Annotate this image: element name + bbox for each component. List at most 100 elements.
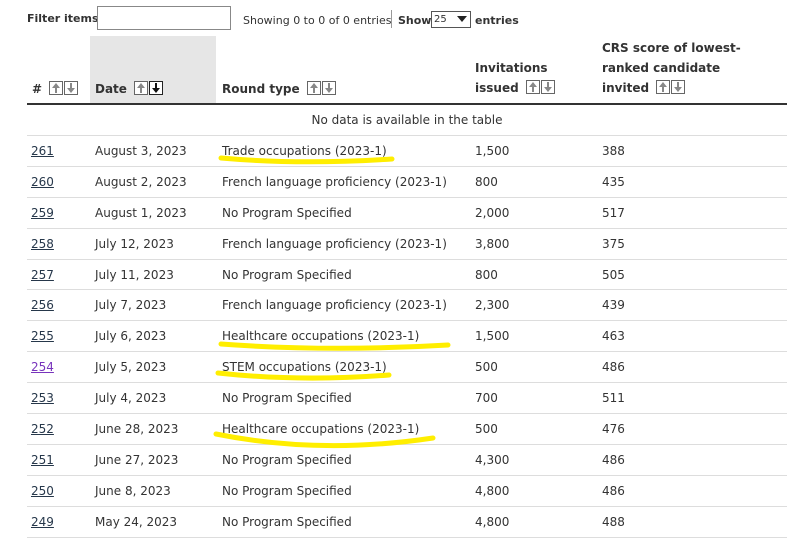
invitations-issued: 700 [475,391,498,406]
round-date: June 27, 2023 [95,452,179,467]
sort-asc-crs-button[interactable] [656,80,671,94]
sort-desc-num-button[interactable] [64,81,79,95]
arrow-down-icon [67,83,76,93]
header-invitations-label-1: Invitations [475,61,548,75]
round-date: July 6, 2023 [95,329,167,344]
page-size-value: 25 [434,14,447,25]
round-type: Trade occupations (2023-1) [222,144,387,158]
invitations-issued: 500 [475,360,498,375]
header-crs-label-3: invited [602,81,650,95]
invitations-issued: 2,300 [475,298,510,313]
round-type: No Program Specified [222,483,352,498]
round-date: July 12, 2023 [95,236,174,251]
invitations-issued: 1,500 [475,329,510,344]
round-number-link[interactable]: 252 [31,414,54,444]
round-number-link[interactable]: 259 [31,198,54,228]
header-date-label: Date [95,82,127,96]
crs-score: 388 [602,144,625,158]
crs-score: 463 [602,329,625,344]
sort-controls-crs [656,80,686,100]
crs-score: 486 [602,452,625,467]
round-date: May 24, 2023 [95,514,178,529]
page-size-select[interactable]: 25 [431,11,471,28]
invitations-issued: 3,800 [475,236,510,251]
sort-desc-date-button[interactable] [149,81,164,95]
table-row: 249 May 24, 2023 No Program Specified 4,800… [27,507,787,538]
table-row: 253 July 4, 2023 No Program Specified 700 51… [27,383,787,415]
round-type: Healthcare occupations (2023-1) [222,422,420,437]
arrow-up-icon [137,83,146,93]
crs-score: 439 [602,298,625,313]
crs-score: 505 [602,267,625,282]
sort-desc-round-type-button[interactable] [321,81,336,95]
invitations-issued: 800 [475,174,498,189]
table-row: 261 August 3, 2023 Trade occupations (2023… [27,136,787,167]
header-num[interactable]: # [32,79,79,101]
table-row: 259 August 1, 2023 No Program Specified 2,0… [27,198,787,229]
table-body: 261 August 3, 2023 Trade occupations (2023… [27,136,787,538]
round-date: June 28, 2023 [95,422,179,437]
arrow-down-icon [324,83,333,93]
sort-asc-round-type-button[interactable] [306,81,321,95]
round-type: French language proficiency (2023-1) [222,298,447,313]
sort-asc-invitations-button[interactable] [525,80,540,94]
table-row: 258 July 12, 2023 French language proficie… [27,229,787,260]
sort-desc-invitations-button[interactable] [540,80,555,94]
sort-asc-num-button[interactable] [49,81,64,95]
invitations-issued: 4,300 [475,452,510,467]
no-data-message: No data is available in the table [27,105,787,136]
arrow-down-icon [674,82,683,92]
round-type: No Program Specified [222,267,352,282]
header-num-label: # [32,82,43,96]
round-number-link[interactable]: 256 [31,290,54,320]
sort-controls-num [49,81,79,101]
toolbar-divider [391,10,392,28]
round-type: No Program Specified [222,205,352,220]
round-number-link[interactable]: 255 [31,321,54,351]
table-row: 254 July 5, 2023 STEM occupations (2023-1)… [27,352,787,384]
filter-label: Filter items [27,12,99,25]
header-invitations[interactable]: Invitations issued [475,58,556,100]
invitations-issued: 4,800 [475,483,510,498]
round-number-link[interactable]: 261 [31,136,54,166]
arrow-up-icon [52,83,61,93]
invitations-issued: 1,500 [475,144,510,158]
arrow-up-icon [659,82,668,92]
header-crs[interactable]: CRS score of lowest- ranked candidate in… [602,38,741,100]
header-invitations-label-2: issued [475,81,519,95]
header-round-type-label: Round type [222,82,300,96]
header-crs-label-1: CRS score of lowest- [602,41,741,55]
crs-score: 375 [602,236,625,251]
table-row: 260 August 2, 2023 French language profici… [27,167,787,198]
header-crs-label-2: ranked candidate [602,61,721,75]
round-date: July 11, 2023 [95,267,174,282]
round-number-link[interactable]: 251 [31,445,54,475]
round-number-link[interactable]: 253 [31,383,54,413]
table-row: 251 June 27, 2023 No Program Specified 4,30… [27,445,787,476]
header-date[interactable]: Date [95,79,164,101]
invitations-issued: 800 [475,267,498,282]
table-row: 252 June 28, 2023 Healthcare occupations (… [27,414,787,445]
crs-score: 511 [602,391,625,406]
header-round-type[interactable]: Round type [222,79,337,101]
sort-desc-crs-button[interactable] [671,80,686,94]
crs-score: 488 [602,514,625,529]
table-row: 255 July 6, 2023 Healthcare occupations (2… [27,321,787,353]
round-number-link[interactable]: 257 [31,260,54,290]
filter-input[interactable] [97,6,231,30]
table-row: 257 July 11, 2023 No Program Specified 800 5… [27,260,787,291]
round-number-link[interactable]: 250 [31,476,54,506]
crs-score: 517 [602,205,625,220]
crs-score: 435 [602,174,625,189]
round-date: August 1, 2023 [95,205,187,220]
round-number-link[interactable]: 258 [31,229,54,259]
table-row: 250 June 8, 2023 No Program Specified 4,800… [27,476,787,507]
table-row: 256 July 7, 2023 French language proficien… [27,290,787,322]
round-number-link[interactable]: 249 [31,507,54,537]
sort-asc-date-button[interactable] [134,81,149,95]
round-number-link[interactable]: 254 [31,352,54,382]
round-date: August 3, 2023 [95,144,187,158]
round-type: No Program Specified [222,391,352,406]
round-number-link[interactable]: 260 [31,167,54,197]
invitations-issued: 2,000 [475,205,510,220]
